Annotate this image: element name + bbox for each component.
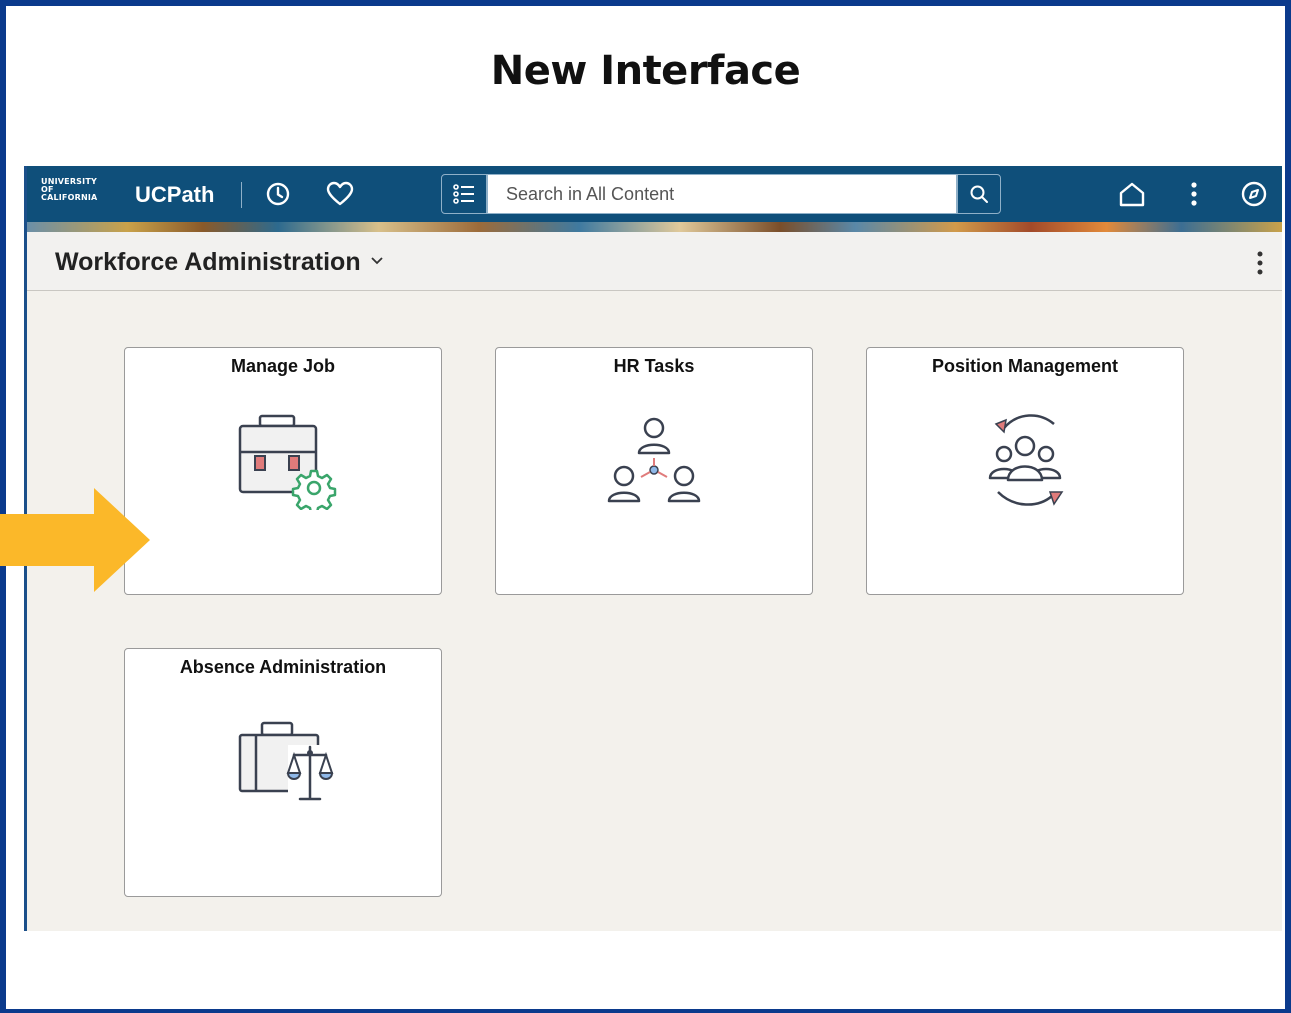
- tile-position-management[interactable]: Position Management: [866, 347, 1184, 595]
- app-name[interactable]: UCPath: [135, 182, 214, 208]
- tile-title: Absence Administration: [179, 657, 387, 677]
- page-header: Workforce Administration: [27, 232, 1282, 291]
- tile-title: Position Management: [931, 356, 1119, 376]
- search-icon: [970, 185, 988, 203]
- actions-menu-icon[interactable]: [1179, 179, 1209, 209]
- briefcase-gear-icon: [238, 414, 337, 510]
- decorative-banner: [27, 222, 1282, 232]
- tile-title: HR Tasks: [613, 356, 695, 376]
- university-logo[interactable]: UNIVERSITY OF CALIFORNIA: [41, 178, 97, 202]
- favorites-heart-icon[interactable]: [325, 179, 355, 209]
- home-icon[interactable]: [1117, 179, 1147, 209]
- more-options-icon[interactable]: [1256, 250, 1264, 276]
- nav-list-icon: [453, 184, 474, 204]
- app-window: UNIVERSITY OF CALIFORNIA UCPath Search i…: [24, 166, 1282, 931]
- group-cycle-icon: [988, 414, 1064, 506]
- divider: [241, 182, 242, 208]
- tile-manage-job[interactable]: Manage Job: [124, 347, 442, 595]
- search-button[interactable]: [957, 174, 1001, 214]
- tile-hr-tasks[interactable]: HR Tasks: [495, 347, 813, 595]
- highlight-arrow-icon: [0, 488, 150, 592]
- top-navbar: UNIVERSITY OF CALIFORNIA UCPath Search i…: [27, 166, 1282, 222]
- chevron-down-icon[interactable]: [370, 256, 384, 266]
- nav-list-button[interactable]: [441, 174, 487, 214]
- people-network-icon: [607, 417, 701, 503]
- page-title[interactable]: Workforce Administration: [55, 248, 361, 277]
- tile-absence-administration[interactable]: Absence Administration: [124, 648, 442, 897]
- navbar-compass-icon[interactable]: [1239, 179, 1269, 209]
- slide-title: New Interface: [490, 48, 801, 94]
- tile-title: Manage Job: [230, 356, 336, 376]
- briefcase-scales-icon: [238, 721, 334, 801]
- history-icon[interactable]: [263, 179, 293, 209]
- search-input[interactable]: Search in All Content: [487, 174, 957, 214]
